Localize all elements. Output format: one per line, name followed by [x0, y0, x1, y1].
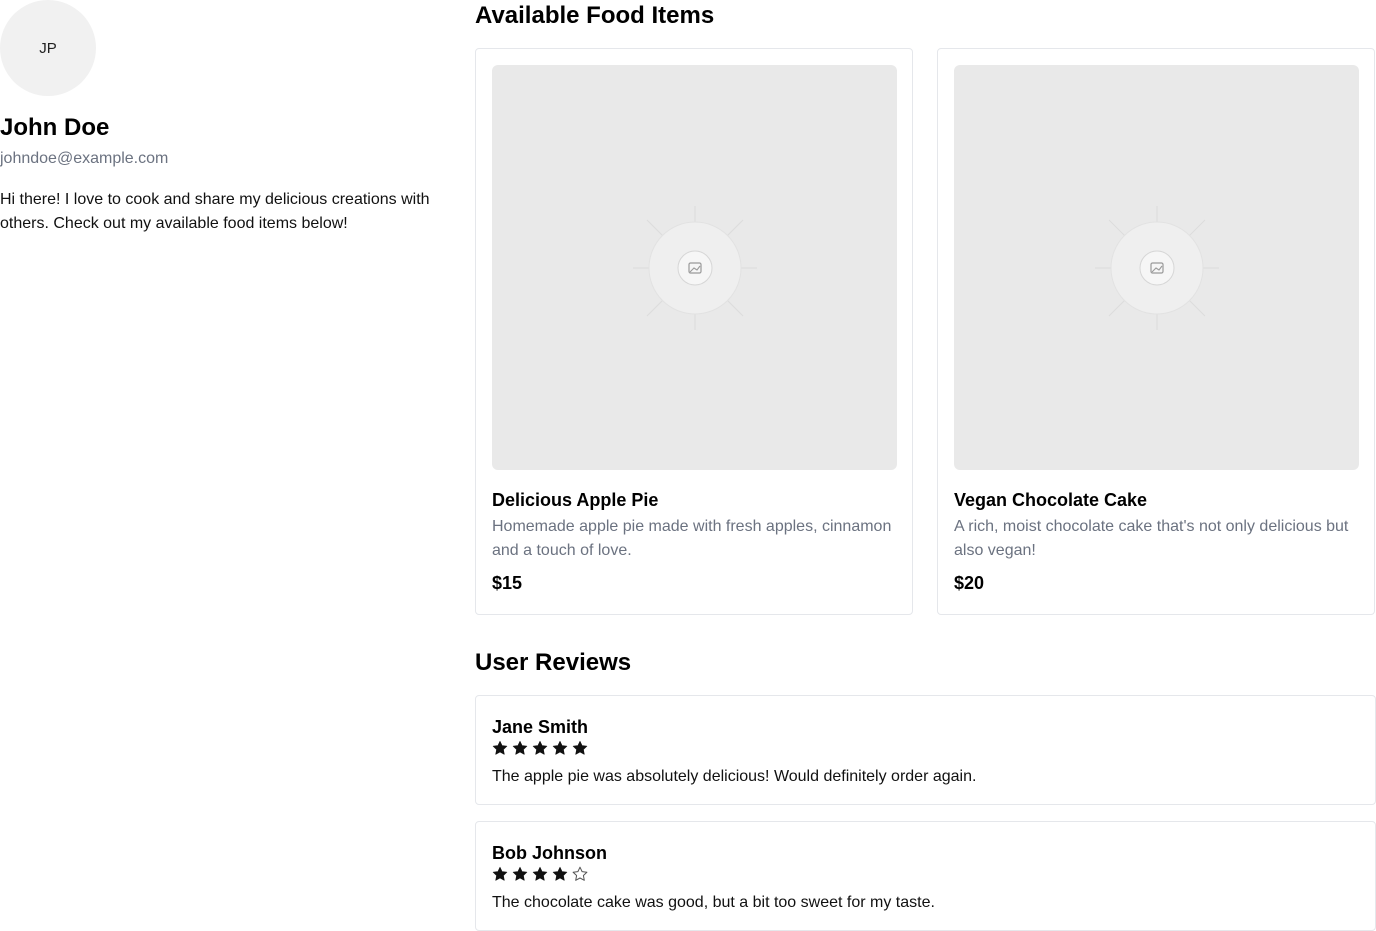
image-placeholder-icon	[632, 205, 757, 330]
food-grid: Delicious Apple Pie Homemade apple pie m…	[475, 48, 1376, 615]
avatar-initials: JP	[39, 39, 57, 57]
review-text: The chocolate cake was good, but a bit t…	[492, 894, 935, 911]
food-image	[954, 65, 1359, 470]
food-title: Vegan Chocolate Cake	[954, 490, 1148, 510]
profile-name: John Doe	[0, 114, 110, 141]
star-filled-icon	[492, 740, 508, 755]
star-filled-icon	[532, 740, 548, 755]
star-rating	[492, 740, 588, 756]
main-content: Available Food Items Delicious Apple Pie…	[475, 0, 1376, 931]
review-text: The apple pie was absolutely delicious! …	[492, 768, 977, 785]
star-empty-icon	[572, 866, 588, 881]
reviewer-name: Jane Smith	[492, 717, 589, 737]
food-price: $15	[492, 573, 523, 593]
food-description: Homemade apple pie made with fresh apple…	[492, 518, 892, 559]
reviews-section-title: User Reviews	[475, 649, 632, 676]
food-image	[492, 65, 897, 470]
image-placeholder-icon	[1094, 205, 1219, 330]
review-card: Bob Johnson The chocolate cake was good,…	[475, 821, 1376, 931]
profile-email: johndoe@example.com	[0, 150, 169, 167]
food-title: Delicious Apple Pie	[492, 490, 659, 510]
food-card[interactable]: Delicious Apple Pie Homemade apple pie m…	[475, 48, 913, 615]
star-rating	[492, 866, 588, 882]
review-card: Jane Smith The apple pie was absolutely …	[475, 695, 1376, 805]
food-price: $20	[954, 573, 985, 593]
food-description: A rich, moist chocolate cake that's not …	[954, 518, 1349, 559]
profile-panel: JP John Doe johndoe@example.com Hi there…	[0, 0, 440, 236]
star-filled-icon	[512, 866, 528, 881]
avatar: JP	[0, 0, 96, 96]
star-filled-icon	[512, 740, 528, 755]
star-filled-icon	[552, 866, 568, 881]
reviewer-name: Bob Johnson	[492, 843, 607, 863]
food-card[interactable]: Vegan Chocolate Cake A rich, moist choco…	[937, 48, 1375, 615]
star-filled-icon	[532, 866, 548, 881]
star-filled-icon	[552, 740, 568, 755]
food-section-title: Available Food Items	[475, 2, 715, 29]
profile-bio: Hi there! I love to cook and share my de…	[0, 191, 430, 232]
star-filled-icon	[572, 740, 588, 755]
star-filled-icon	[492, 866, 508, 881]
